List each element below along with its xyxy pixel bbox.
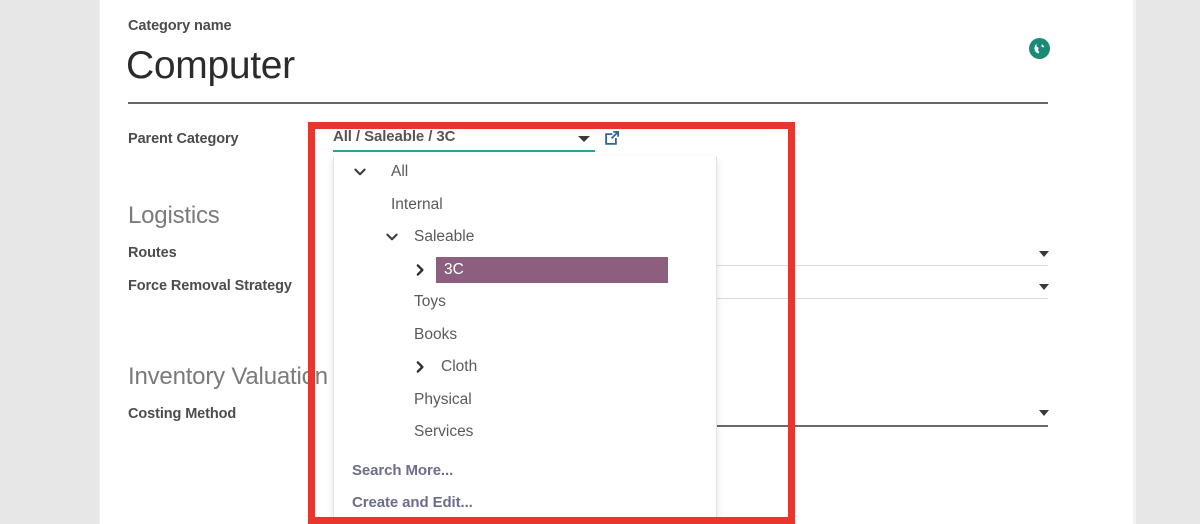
dropdown-item-label: All [391, 163, 409, 181]
chevron-down-icon[interactable] [1039, 410, 1049, 416]
chevron-down-icon[interactable] [384, 229, 400, 245]
dropdown-item-label: Books [414, 325, 458, 343]
dropdown-item-cloth[interactable]: Cloth [334, 351, 716, 384]
page-title[interactable]: Computer [126, 42, 295, 90]
dropdown-item-physical[interactable]: Physical [334, 384, 716, 417]
dropdown-item-3c[interactable]: 3C [334, 254, 716, 287]
dropdown-item-internal[interactable]: Internal [334, 189, 716, 222]
chevron-right-icon[interactable] [412, 359, 428, 375]
external-link-icon[interactable] [603, 129, 621, 147]
dropdown-item-label: 3C [436, 256, 668, 283]
routes-input[interactable] [713, 265, 1048, 266]
globe-icon[interactable] [1029, 38, 1050, 59]
force-removal-underline [713, 298, 1048, 299]
category-name-label: Category name [128, 18, 232, 34]
dropdown-item-saleable[interactable]: Saleable [334, 221, 716, 254]
costing-method-input[interactable] [713, 425, 1048, 427]
chevron-down-icon[interactable] [578, 136, 590, 142]
parent-category-field[interactable]: All / Saleable / 3C [333, 128, 595, 152]
chevron-down-icon[interactable] [1039, 251, 1049, 257]
parent-category-label: Parent Category [128, 131, 239, 147]
dropdown-item-toys[interactable]: Toys [334, 286, 716, 319]
parent-category-input[interactable]: All / Saleable / 3C [333, 128, 595, 150]
create-and-edit-link[interactable]: Create and Edit... [334, 487, 716, 519]
dropdown-item-all[interactable]: All [334, 156, 716, 189]
dropdown-item-label: Cloth [441, 358, 478, 376]
dropdown-item-label: Toys [414, 293, 446, 311]
chevron-down-icon[interactable] [1039, 284, 1049, 290]
force-removal-strategy-label: Force Removal Strategy [128, 278, 292, 294]
section-heading-inventory-valuation: Inventory Valuation [128, 363, 328, 390]
chevron-down-icon[interactable] [352, 164, 368, 180]
costing-method-underline [713, 425, 1048, 427]
dropdown-item-label: Internal [391, 195, 443, 213]
parent-category-dropdown-panel[interactable]: All Internal Saleable 3C Toys Books Clot… [333, 156, 717, 524]
routes-underline [713, 265, 1048, 266]
dropdown-item-label: Services [414, 423, 474, 441]
costing-method-label: Costing Method [128, 406, 237, 422]
dropdown-item-label: Saleable [414, 228, 475, 246]
dropdown-item-label: Physical [414, 390, 472, 408]
dropdown-item-services[interactable]: Services [334, 416, 716, 449]
chevron-right-icon[interactable] [412, 262, 428, 278]
routes-label: Routes [128, 245, 177, 261]
force-removal-strategy-input[interactable] [713, 298, 1048, 299]
parent-category-underline [333, 150, 595, 152]
sheet-right-edge [1133, 0, 1136, 524]
title-underline [128, 102, 1048, 104]
section-heading-logistics: Logistics [128, 202, 220, 229]
dropdown-item-books[interactable]: Books [334, 319, 716, 352]
search-more-link[interactable]: Search More... [334, 455, 716, 487]
